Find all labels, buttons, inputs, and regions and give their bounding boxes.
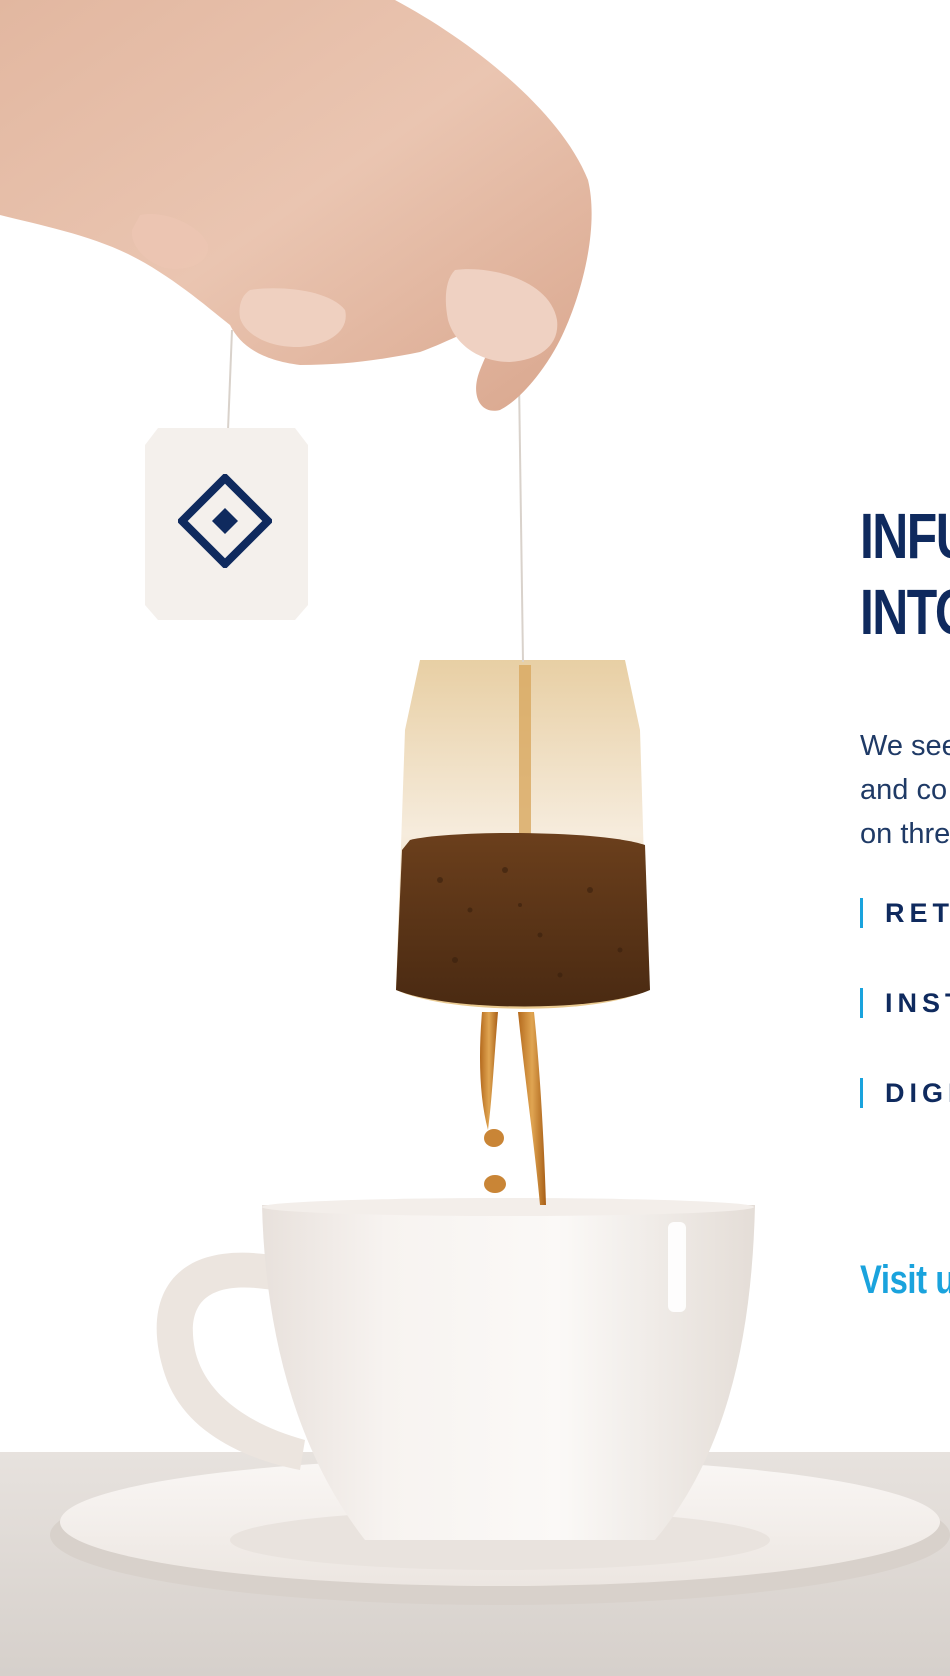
services-list: RETA INST DIGIT: [860, 896, 950, 1166]
headline-line-1: INFU: [860, 500, 950, 572]
service-label: DIGIT: [885, 1078, 950, 1108]
service-bar: [860, 1078, 863, 1108]
service-item-instore[interactable]: INST: [860, 986, 950, 1076]
service-item-retail[interactable]: RETA: [860, 896, 950, 986]
intro-paragraph: We see and co on thre: [860, 724, 950, 856]
intro-line-1: We see: [860, 730, 950, 762]
hero-photo: [0, 0, 950, 1676]
page-headline: INFU INTO: [860, 498, 950, 650]
service-label: INST: [885, 988, 950, 1018]
service-label: RETA: [885, 898, 950, 928]
service-item-digital[interactable]: DIGIT: [860, 1076, 950, 1166]
service-bar: [860, 988, 863, 1018]
tea-bag-illustration: [0, 0, 950, 1676]
content-column: INFU INTO We see and co on thre RETA INS…: [860, 0, 950, 1676]
diamond-icon: [178, 474, 272, 568]
service-bar: [860, 898, 863, 928]
visit-us-link[interactable]: Visit u: [860, 1255, 950, 1305]
intro-line-2: and co: [860, 774, 948, 806]
intro-line-3: on thre: [860, 818, 950, 850]
headline-line-2: INTO: [860, 576, 950, 648]
